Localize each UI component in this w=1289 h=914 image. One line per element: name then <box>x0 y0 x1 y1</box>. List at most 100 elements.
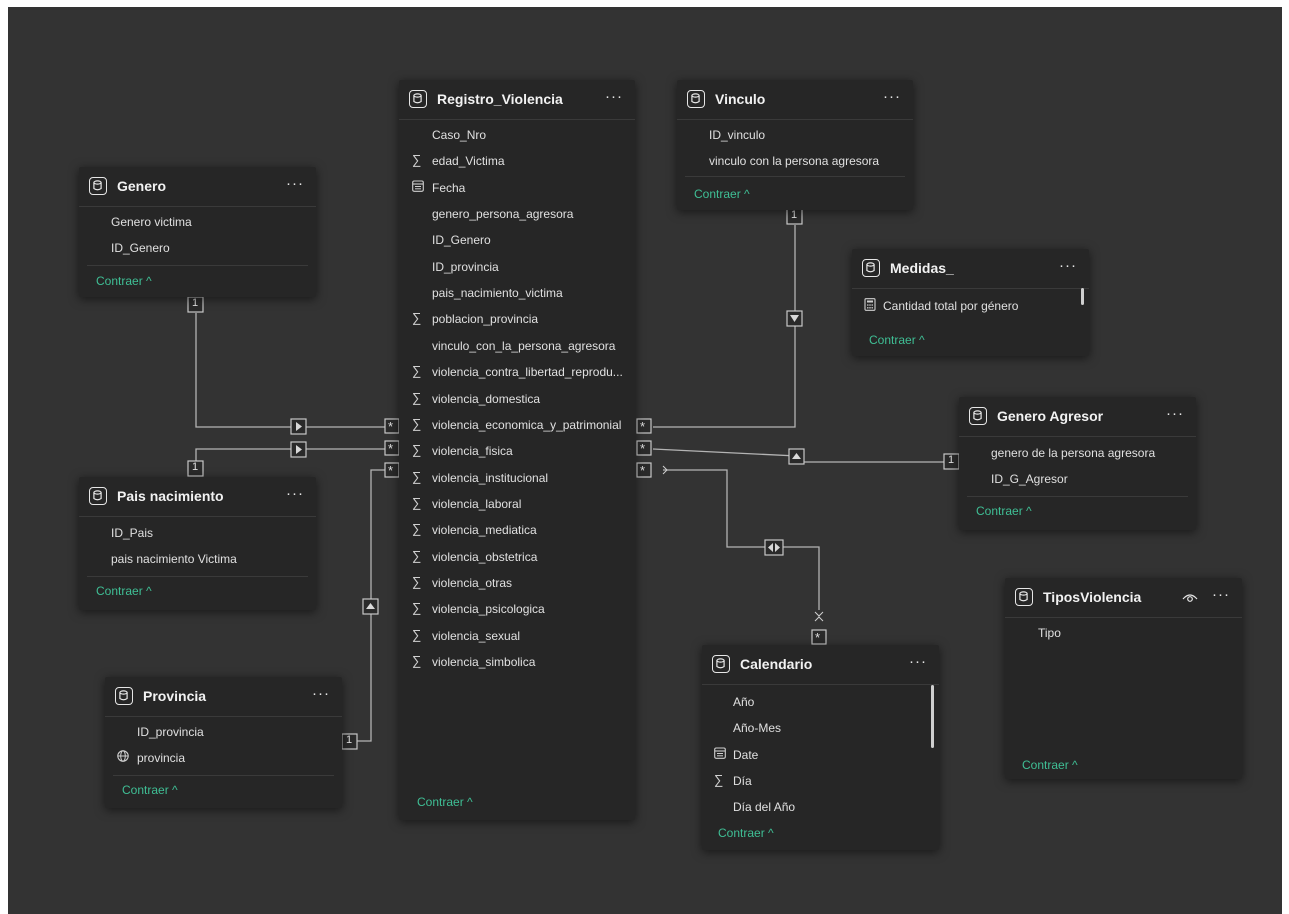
cardinality-one-genero: 1 <box>192 297 199 309</box>
more-options-button[interactable]: ··· <box>605 88 623 105</box>
field-row[interactable]: ∑ poblacion_provincia <box>399 306 635 332</box>
field-row[interactable]: ∑ Día <box>702 768 939 794</box>
field-row[interactable]: Genero victima <box>79 209 316 235</box>
collapse-link[interactable]: Contraer ^ <box>1022 758 1078 772</box>
collapse-link[interactable]: Contraer ^ <box>122 783 178 797</box>
field-row[interactable]: Cantidad total por género <box>852 293 1089 319</box>
field-name: Año-Mes <box>733 721 782 735</box>
table-icon <box>712 655 730 673</box>
field-name: ID_vinculo <box>709 128 766 142</box>
field-row[interactable]: ∑ violencia_simbolica <box>399 649 635 675</box>
field-row[interactable]: ∑ violencia_contra_libertad_reprodu... <box>399 359 635 385</box>
table-title: Medidas_ <box>890 260 954 276</box>
field-row[interactable]: provincia <box>105 745 342 771</box>
collapse-link[interactable]: Contraer ^ <box>976 504 1032 518</box>
table-card-genero-agresor[interactable]: Genero Agresor ··· genero de la persona … <box>959 397 1196 530</box>
more-options-button[interactable]: ··· <box>312 685 330 702</box>
field-row[interactable]: ID_provincia <box>105 719 342 745</box>
field-row[interactable]: ∑ violencia_economica_y_patrimonial <box>399 412 635 438</box>
more-options-button[interactable]: ··· <box>1212 586 1230 603</box>
field-row[interactable]: genero_persona_agresora <box>399 201 635 227</box>
field-name: Día del Año <box>733 800 796 814</box>
table-header[interactable]: Calendario ··· <box>702 645 939 685</box>
field-row[interactable]: Caso_Nro <box>399 122 635 148</box>
field-row[interactable]: ∑ violencia_fisica <box>399 438 635 464</box>
field-row[interactable]: Día del Año <box>702 794 939 820</box>
more-options-button[interactable]: ··· <box>286 175 304 192</box>
table-header[interactable]: Registro_Violencia ··· <box>399 80 635 120</box>
field-row[interactable]: ∑ violencia_psicologica <box>399 596 635 622</box>
sigma-icon: ∑ <box>412 363 422 379</box>
table-header[interactable]: Genero Agresor ··· <box>959 397 1196 437</box>
table-icon <box>115 687 133 705</box>
table-header[interactable]: Provincia ··· <box>105 677 342 717</box>
collapse-link[interactable]: Contraer ^ <box>417 795 473 809</box>
field-row[interactable]: Tipo <box>1005 620 1242 646</box>
table-card-registro-violencia[interactable]: Registro_Violencia ··· Caso_Nro ∑ edad_Vic… <box>399 80 635 820</box>
table-header[interactable]: Genero ··· <box>79 167 316 207</box>
cardinality-one-pais: 1 <box>192 461 199 473</box>
field-row[interactable]: ID_Genero <box>399 227 635 253</box>
sigma-icon: ∑ <box>412 573 422 589</box>
field-name: violencia_contra_libertad_reprodu... <box>432 365 623 380</box>
field-row[interactable]: ∑ violencia_mediatica <box>399 517 635 543</box>
field-name: genero de la persona agresora <box>991 446 1156 460</box>
field-row[interactable]: ∑ violencia_sexual <box>399 623 635 649</box>
table-title: Pais nacimiento <box>117 488 224 504</box>
field-row[interactable]: ∑ violencia_otras <box>399 570 635 596</box>
field-row[interactable]: ∑ violencia_obstetrica <box>399 544 635 570</box>
collapse-link[interactable]: Contraer ^ <box>96 274 152 288</box>
table-card-tipos-violencia[interactable]: TiposViolencia ··· Tipo Contraer ^ <box>1005 578 1242 779</box>
scrollbar[interactable] <box>931 685 934 748</box>
collapse-link[interactable]: Contraer ^ <box>869 333 925 347</box>
field-row[interactable]: ∑ violencia_laboral <box>399 491 635 517</box>
more-options-button[interactable]: ··· <box>1166 405 1184 422</box>
field-name: Año <box>733 695 755 709</box>
field-row[interactable]: vinculo_con_la_persona_agresora <box>399 333 635 359</box>
collapse-link[interactable]: Contraer ^ <box>96 584 152 598</box>
more-options-button[interactable]: ··· <box>1059 257 1077 274</box>
table-card-medidas[interactable]: Medidas_ ··· Cantidad total por género C… <box>852 249 1089 356</box>
field-row[interactable]: genero de la persona agresora <box>959 440 1196 466</box>
cardinality-many-5: * <box>640 441 646 456</box>
more-options-button[interactable]: ··· <box>286 485 304 502</box>
field-row[interactable]: ID_vinculo <box>677 122 913 148</box>
table-title: Vinculo <box>715 91 766 107</box>
field-row[interactable]: Fecha <box>399 175 635 201</box>
field-row[interactable]: ∑ violencia_institucional <box>399 465 635 491</box>
field-row[interactable]: ID_provincia <box>399 254 635 280</box>
collapse-link[interactable]: Contraer ^ <box>694 187 750 201</box>
field-row[interactable]: Date <box>702 742 939 768</box>
field-row[interactable]: ID_Pais <box>79 520 316 546</box>
field-row[interactable]: pais_nacimiento_victima <box>399 280 635 306</box>
table-card-pais-nacimiento[interactable]: Pais nacimiento ··· ID_Pais pais nacimie… <box>79 477 316 610</box>
field-name: ID_provincia <box>137 725 204 739</box>
field-row[interactable]: ID_G_Agresor <box>959 466 1196 492</box>
field-row[interactable]: pais nacimiento Victima <box>79 546 316 572</box>
field-name: pais nacimiento Victima <box>111 552 237 566</box>
cardinality-many-2: * <box>388 441 394 456</box>
table-header[interactable]: Vinculo ··· <box>677 80 913 120</box>
field-name: violencia_domestica <box>432 391 541 406</box>
cardinality-many-6: * <box>640 463 646 478</box>
table-icon <box>1015 588 1033 606</box>
visibility-eye-icon[interactable] <box>1182 590 1198 608</box>
scrollbar[interactable] <box>1081 288 1084 305</box>
table-card-vinculo[interactable]: Vinculo ··· ID_vinculo vinculo con la pe… <box>677 80 913 210</box>
table-header[interactable]: Pais nacimiento ··· <box>79 477 316 517</box>
field-row[interactable]: ∑ edad_Victima <box>399 148 635 174</box>
table-icon <box>409 90 427 108</box>
table-header[interactable]: Medidas_ ··· <box>852 249 1089 289</box>
table-card-calendario[interactable]: Calendario ··· Año Año-Mes Date ∑ Día Dí… <box>702 645 939 850</box>
field-row[interactable]: vinculo con la persona agresora <box>677 148 913 174</box>
field-row[interactable]: Año-Mes <box>702 715 939 741</box>
more-options-button[interactable]: ··· <box>909 653 927 670</box>
more-options-button[interactable]: ··· <box>883 88 901 105</box>
table-card-provincia[interactable]: Provincia ··· ID_provincia provincia Con… <box>105 677 342 808</box>
table-header[interactable]: TiposViolencia ··· <box>1005 578 1242 618</box>
field-row[interactable]: ID_Genero <box>79 235 316 261</box>
collapse-link[interactable]: Contraer ^ <box>718 826 774 840</box>
table-card-genero[interactable]: Genero ··· Genero victima ID_Genero Cont… <box>79 167 316 297</box>
field-row[interactable]: ∑ violencia_domestica <box>399 386 635 412</box>
field-row[interactable]: Año <box>702 689 939 715</box>
